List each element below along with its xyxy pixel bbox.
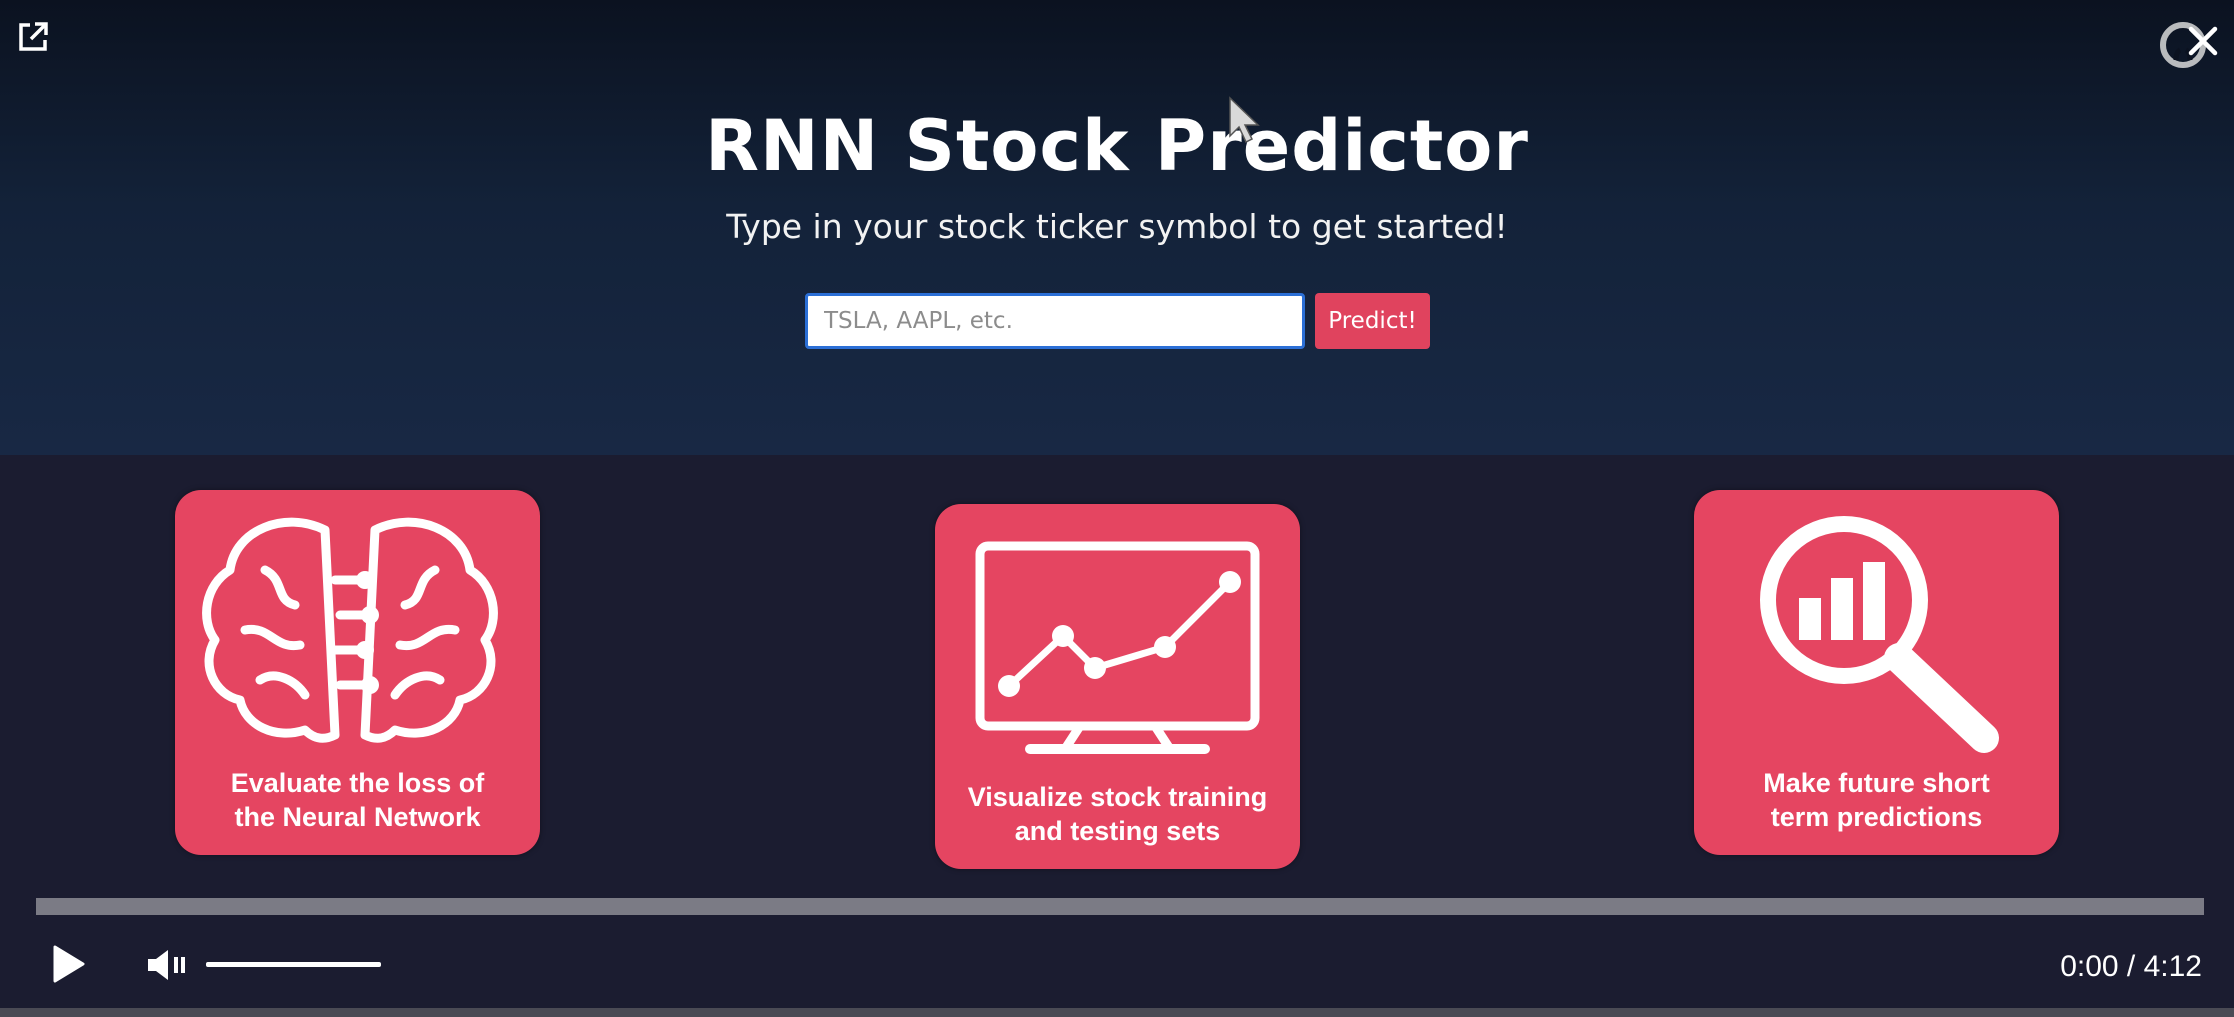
video-progress-bar[interactable]	[36, 898, 2204, 915]
close-icon[interactable]	[2186, 24, 2220, 58]
page-subtitle: Type in your stock ticker symbol to get …	[726, 207, 1508, 246]
mouse-cursor-icon	[1229, 96, 1260, 144]
player-bottom-edge	[0, 1008, 2234, 1017]
page-title: RNN Stock Predictor	[705, 105, 1529, 187]
feature-card-loss: Evaluate the loss of the Neural Network	[175, 490, 540, 855]
predict-button[interactable]: Predict!	[1315, 293, 1430, 349]
feature-card-predict: Make future short term predictions	[1694, 490, 2059, 855]
ticker-input[interactable]	[805, 293, 1305, 349]
feature-label: Visualize stock training and testing set…	[967, 782, 1268, 846]
volume-slider[interactable]	[206, 962, 381, 967]
open-external-icon[interactable]	[16, 20, 50, 54]
volume-muted-icon[interactable]	[146, 948, 188, 982]
play-icon[interactable]	[52, 944, 86, 984]
feature-card-visualize: Visualize stock training and testing set…	[935, 504, 1300, 869]
feature-label: Evaluate the loss of the Neural Network	[230, 768, 485, 832]
playback-time: 0:00 / 4:12	[2060, 950, 2202, 983]
feature-label: Make future short term predictions	[1763, 768, 1990, 832]
